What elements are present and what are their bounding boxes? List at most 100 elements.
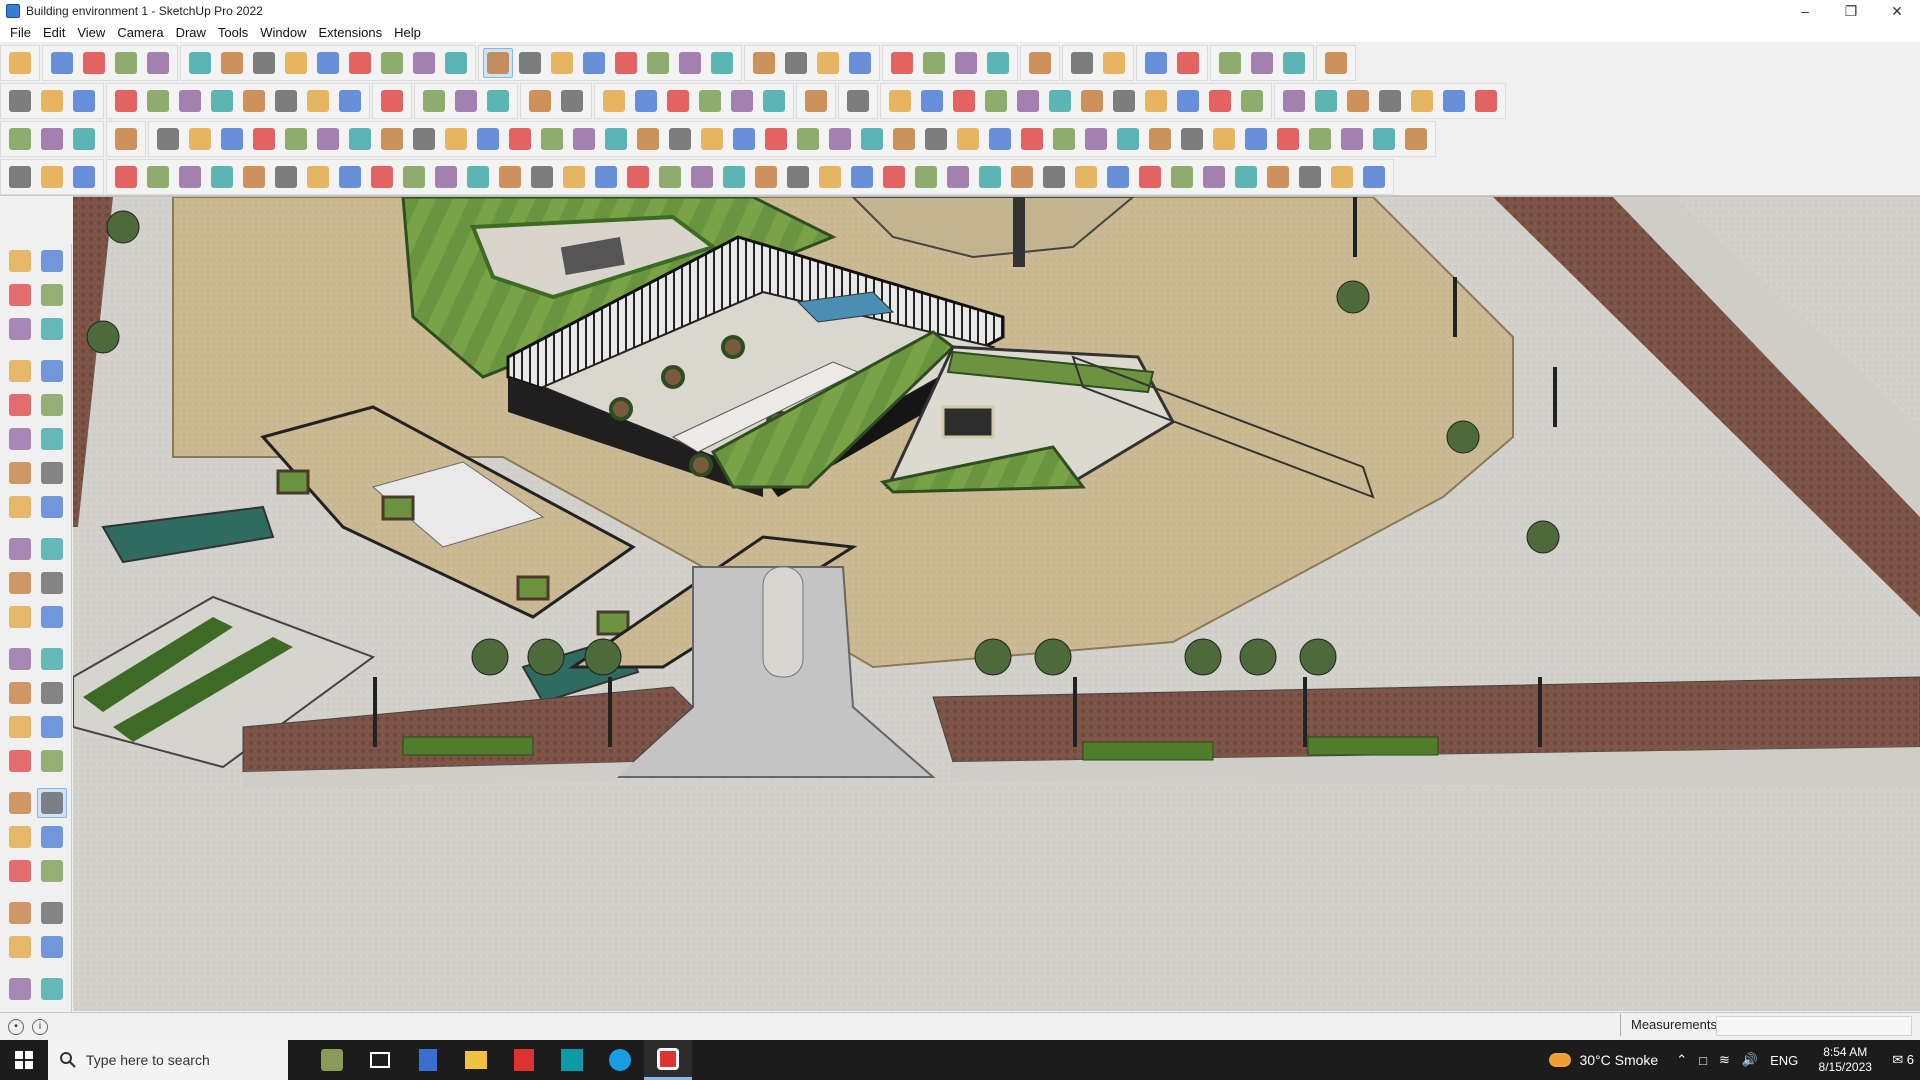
menu-file[interactable]: File bbox=[4, 25, 37, 40]
toolbar-tool-icon[interactable] bbox=[69, 124, 99, 154]
tool-button-icon[interactable] bbox=[37, 974, 67, 1004]
toolbar-tool-icon[interactable] bbox=[719, 162, 749, 192]
toolbar-tool-icon[interactable] bbox=[143, 162, 173, 192]
toolbar-tool-icon[interactable] bbox=[1263, 162, 1293, 192]
toolbar-tool-icon[interactable] bbox=[919, 48, 949, 78]
toolbar-tool-icon[interactable] bbox=[79, 48, 109, 78]
toolbar-tool-icon[interactable] bbox=[943, 162, 973, 192]
measurements-input[interactable] bbox=[1716, 1016, 1912, 1036]
toolbar-tool-icon[interactable] bbox=[207, 86, 237, 116]
toolbar-tool-icon[interactable] bbox=[527, 162, 557, 192]
toolbar-tool-icon[interactable] bbox=[601, 124, 631, 154]
toolbar-tool-icon[interactable] bbox=[1247, 48, 1277, 78]
toolbar-tool-icon[interactable] bbox=[111, 86, 141, 116]
toolbar-tool-icon[interactable] bbox=[1209, 124, 1239, 154]
tool-button-icon[interactable] bbox=[5, 492, 35, 522]
toolbar-tool-icon[interactable] bbox=[335, 86, 365, 116]
tool-button-icon[interactable] bbox=[37, 678, 67, 708]
menu-camera[interactable]: Camera bbox=[111, 25, 169, 40]
toolbar-tool-icon[interactable] bbox=[111, 162, 141, 192]
people-app-icon[interactable] bbox=[308, 1040, 356, 1080]
toolbar-tool-icon[interactable] bbox=[547, 48, 577, 78]
menu-edit[interactable]: Edit bbox=[37, 25, 71, 40]
toolbar-tool-icon[interactable] bbox=[783, 162, 813, 192]
toolbar-tool-icon[interactable] bbox=[505, 124, 535, 154]
edge-browser-icon[interactable] bbox=[596, 1040, 644, 1080]
3ds-max-app-icon[interactable] bbox=[548, 1040, 596, 1080]
tool-button-icon[interactable] bbox=[37, 356, 67, 386]
toolbar-tool-icon[interactable] bbox=[1081, 124, 1111, 154]
toolbar-tool-icon[interactable] bbox=[1103, 162, 1133, 192]
toolbar-tool-icon[interactable] bbox=[1007, 162, 1037, 192]
toolbar-tool-icon[interactable] bbox=[495, 162, 525, 192]
toolbar-tool-icon[interactable] bbox=[335, 162, 365, 192]
toolbar-tool-icon[interactable] bbox=[1321, 48, 1351, 78]
tool-button-icon[interactable] bbox=[5, 856, 35, 886]
toolbar-tool-icon[interactable] bbox=[1049, 124, 1079, 154]
language-indicator[interactable]: ENG bbox=[1770, 1053, 1798, 1068]
tool-button-icon[interactable] bbox=[37, 280, 67, 310]
toolbar-tool-icon[interactable] bbox=[377, 86, 407, 116]
model-viewport[interactable] bbox=[73, 196, 1920, 1011]
sketchup-taskbar-icon[interactable] bbox=[644, 1040, 692, 1080]
toolbar-tool-icon[interactable] bbox=[697, 124, 727, 154]
toolbar-tool-icon[interactable] bbox=[655, 162, 685, 192]
toolbar-tool-icon[interactable] bbox=[249, 48, 279, 78]
toolbar-tool-icon[interactable] bbox=[1109, 86, 1139, 116]
toolbar-tool-icon[interactable] bbox=[1173, 86, 1203, 116]
toolbar-tool-icon[interactable] bbox=[249, 124, 279, 154]
toolbar-tool-icon[interactable] bbox=[1471, 86, 1501, 116]
toolbar-tool-icon[interactable] bbox=[911, 162, 941, 192]
toolbar-tool-icon[interactable] bbox=[1167, 162, 1197, 192]
tool-button-icon[interactable] bbox=[5, 932, 35, 962]
tool-button-icon[interactable] bbox=[37, 424, 67, 454]
toolbar-tool-icon[interactable] bbox=[37, 86, 67, 116]
toolbar-tool-icon[interactable] bbox=[1401, 124, 1431, 154]
toolbar-tool-icon[interactable] bbox=[815, 162, 845, 192]
toolbar-tool-icon[interactable] bbox=[1205, 86, 1235, 116]
toolbar-tool-icon[interactable] bbox=[985, 124, 1015, 154]
toolbar-tool-icon[interactable] bbox=[1343, 86, 1373, 116]
toolbar-tool-icon[interactable] bbox=[185, 48, 215, 78]
toolbar-tool-icon[interactable] bbox=[207, 162, 237, 192]
toolbar-tool-icon[interactable] bbox=[281, 48, 311, 78]
toolbar-tool-icon[interactable] bbox=[143, 48, 173, 78]
toolbar-tool-icon[interactable] bbox=[69, 162, 99, 192]
tool-button-icon[interactable] bbox=[37, 822, 67, 852]
tool-button-icon[interactable] bbox=[5, 390, 35, 420]
tool-button-icon[interactable] bbox=[5, 314, 35, 344]
info-icon[interactable]: i bbox=[32, 1018, 48, 1035]
toolbar-tool-icon[interactable] bbox=[633, 124, 663, 154]
notification-icon[interactable]: ✉ 6 bbox=[1892, 1052, 1914, 1068]
tool-button-icon[interactable] bbox=[5, 788, 35, 818]
toolbar-tool-icon[interactable] bbox=[981, 86, 1011, 116]
clock[interactable]: 8:54 AM 8/15/2023 bbox=[1804, 1045, 1886, 1075]
toolbar-tool-icon[interactable] bbox=[663, 86, 693, 116]
toolbar-tool-icon[interactable] bbox=[1327, 162, 1357, 192]
toolbar-tool-icon[interactable] bbox=[5, 86, 35, 116]
toolbar-tool-icon[interactable] bbox=[111, 48, 141, 78]
toolbar-tool-icon[interactable] bbox=[1099, 48, 1129, 78]
wifi-icon[interactable]: ≋ bbox=[1719, 1052, 1730, 1068]
toolbar-tool-icon[interactable] bbox=[525, 86, 555, 116]
toolbar-tool-icon[interactable] bbox=[37, 124, 67, 154]
tool-button-icon[interactable] bbox=[5, 746, 35, 776]
toolbar-tool-icon[interactable] bbox=[377, 48, 407, 78]
toolbar-tool-icon[interactable] bbox=[801, 86, 831, 116]
toolbar-tool-icon[interactable] bbox=[441, 48, 471, 78]
toolbar-tool-icon[interactable] bbox=[217, 48, 247, 78]
file-explorer-icon[interactable] bbox=[452, 1040, 500, 1080]
menu-help[interactable]: Help bbox=[388, 25, 427, 40]
toolbar-tool-icon[interactable] bbox=[409, 124, 439, 154]
toolbar-tool-icon[interactable] bbox=[1141, 48, 1171, 78]
toolbar-tool-icon[interactable] bbox=[793, 124, 823, 154]
toolbar-tool-icon[interactable] bbox=[111, 124, 141, 154]
toolbar-tool-icon[interactable] bbox=[1311, 86, 1341, 116]
toolbar-tool-icon[interactable] bbox=[665, 124, 695, 154]
tool-button-icon[interactable] bbox=[37, 246, 67, 276]
toolbar-tool-icon[interactable] bbox=[879, 162, 909, 192]
tool-button-icon[interactable] bbox=[37, 856, 67, 886]
toolbar-tool-icon[interactable] bbox=[217, 124, 247, 154]
tool-button-icon[interactable] bbox=[37, 568, 67, 598]
tool-button-icon[interactable] bbox=[5, 458, 35, 488]
